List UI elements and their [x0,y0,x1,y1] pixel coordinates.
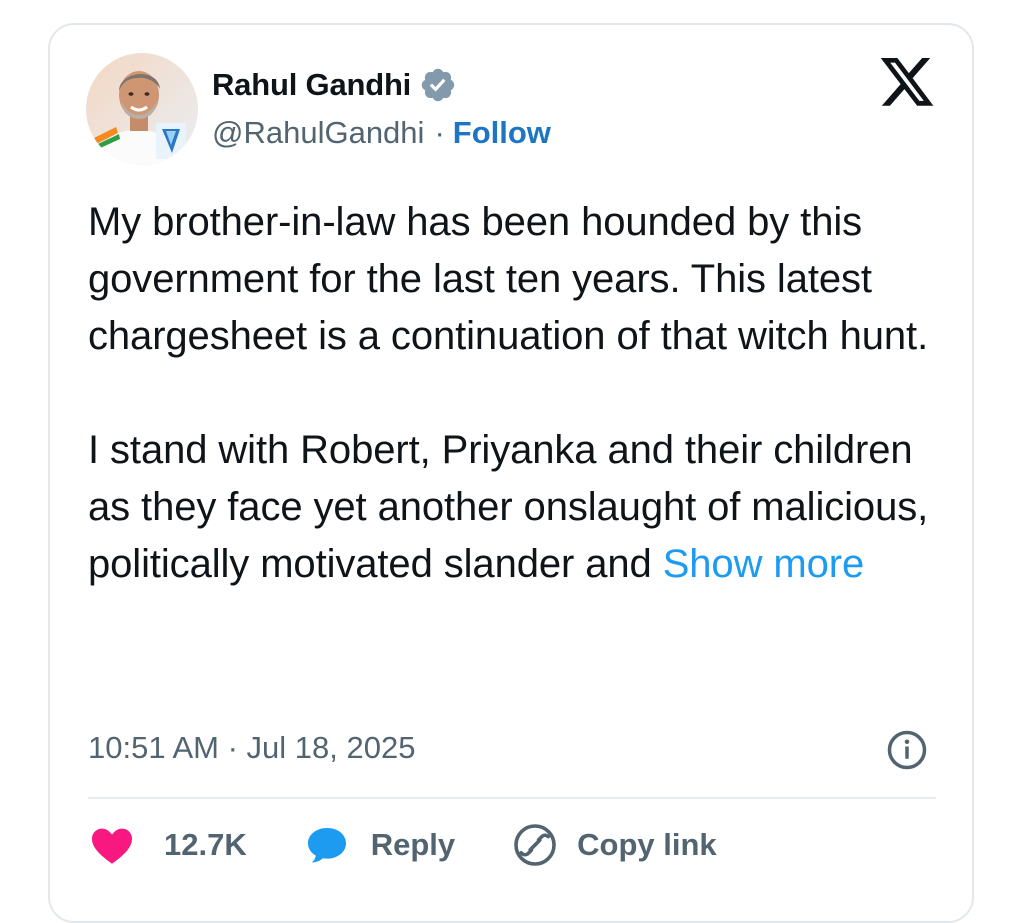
tweet-actions: 12.7K Reply Copy link [88,820,717,870]
tweet-paragraph-1: My brother-in-law has been hounded by th… [88,200,929,358]
link-icon [511,821,559,869]
tweet-timestamp[interactable]: 10:51 AM · Jul 18, 2025 [88,726,415,770]
copy-link-button[interactable]: Copy link [511,821,717,869]
tweet-body: My brother-in-law has been hounded by th… [88,194,948,593]
author-avatar[interactable] [86,53,198,165]
heart-icon [88,821,136,869]
avatar-image [86,53,198,165]
author-name-row: Rahul Gandhi [212,64,457,106]
x-logo-icon[interactable] [880,58,936,108]
show-more-link[interactable]: Show more [663,542,865,586]
separator-dot: · [434,115,445,150]
author-name[interactable]: Rahul Gandhi [212,67,411,103]
info-icon[interactable] [886,729,928,771]
like-button[interactable]: 12.7K [88,821,247,869]
reply-bubble-icon [303,821,351,869]
reply-label: Reply [370,827,456,862]
like-count: 12.7K [164,827,247,862]
verified-badge-icon[interactable] [419,66,457,104]
author-handle-row: @RahulGandhi · Follow [212,112,551,154]
author-handle[interactable]: @RahulGandhi [212,115,424,151]
follow-button[interactable]: Follow [453,115,551,151]
reply-button[interactable]: Reply [303,821,455,869]
copy-link-label: Copy link [577,827,717,862]
tweet-paragraph-2: I stand with Robert, Priyanka and their … [88,422,948,593]
divider [88,797,936,799]
